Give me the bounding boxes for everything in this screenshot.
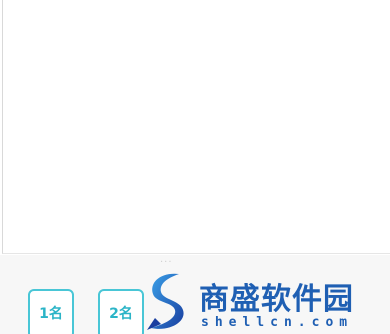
watermark-subtitle: shellcn.com	[201, 315, 354, 330]
rank-2-button[interactable]: 2名	[98, 289, 144, 334]
rank-1-button[interactable]: 1名	[28, 289, 74, 334]
content-panel	[2, 0, 390, 254]
watermark-logo-icon	[147, 273, 184, 330]
screen: ··· 1名 2名 商盛软件园 shellcn.com	[0, 0, 390, 334]
watermark-title: 商盛软件园	[199, 282, 354, 317]
watermark: 商盛软件园 shellcn.com	[143, 264, 383, 334]
